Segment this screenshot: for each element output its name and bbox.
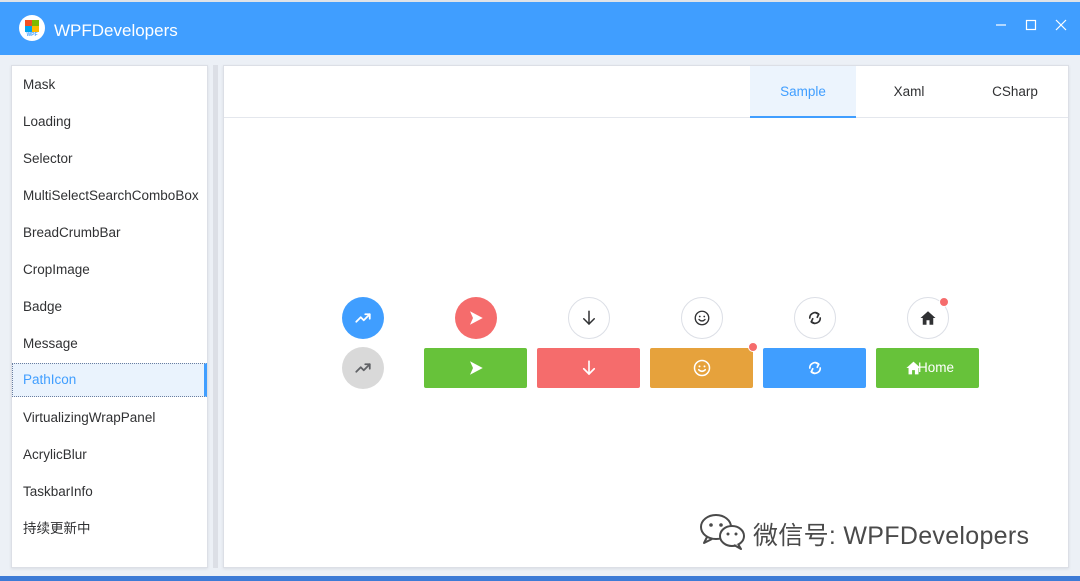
sidebar-item-loading[interactable]: Loading xyxy=(12,105,207,139)
refresh-icon xyxy=(808,311,822,325)
arrow-down-icon xyxy=(583,310,595,325)
sidebar-nav: Mask Loading Selector MultiSelectSearchC… xyxy=(11,65,208,568)
wechat-icon xyxy=(700,514,745,550)
circle-icon-arrow-down[interactable] xyxy=(568,297,610,339)
smile-icon xyxy=(693,359,710,377)
tab-bar: Sample Xaml CSharp xyxy=(224,66,1068,118)
circle-icon-refresh[interactable] xyxy=(794,297,836,339)
badge-dot xyxy=(748,342,758,352)
trending-up-icon xyxy=(355,313,371,323)
play-icon xyxy=(470,311,483,325)
trending-up-icon xyxy=(355,363,371,373)
logo-text: WPF xyxy=(26,32,38,38)
badge-dot xyxy=(939,297,949,307)
refresh-icon xyxy=(808,361,821,375)
sidebar-item-pathicon[interactable]: PathIcon xyxy=(12,363,207,397)
content-panel: Sample Xaml CSharp Home xyxy=(223,65,1069,568)
sidebar-item-more-coming[interactable]: 持续更新中 xyxy=(12,512,207,546)
circle-icon-trending-disabled[interactable] xyxy=(342,347,384,389)
home-icon xyxy=(920,311,936,325)
close-icon xyxy=(1055,19,1067,31)
sidebar-item-breadcrumbbar[interactable]: BreadCrumbBar xyxy=(12,216,207,250)
sidebar-item-acrylicblur[interactable]: AcrylicBlur xyxy=(12,438,207,472)
play-button[interactable] xyxy=(424,348,527,388)
watermark: 微信号: WPFDevelopers xyxy=(699,512,1059,552)
sidebar-item-message[interactable]: Message xyxy=(12,327,207,361)
home-button-label: Home xyxy=(918,360,955,375)
refresh-button[interactable] xyxy=(763,348,866,388)
sidebar-item-mask[interactable]: Mask xyxy=(12,68,207,102)
minimize-button[interactable] xyxy=(989,16,1013,36)
close-button[interactable] xyxy=(1049,16,1073,36)
watermark-text: 微信号: WPFDevelopers xyxy=(753,522,1030,550)
arrow-down-icon xyxy=(582,360,595,375)
minimize-icon xyxy=(996,24,1006,26)
tab-xaml[interactable]: Xaml xyxy=(856,66,962,118)
sidebar-item-virtualizingwrappanel[interactable]: VirtualizingWrapPanel xyxy=(12,401,207,435)
tab-csharp[interactable]: CSharp xyxy=(962,66,1068,118)
splitter-handle[interactable] xyxy=(213,65,218,568)
sidebar-item-multiselectsearchcombobox[interactable]: MultiSelectSearchComboBox xyxy=(12,179,207,213)
sidebar-item-badge[interactable]: Badge xyxy=(12,290,207,324)
smile-button[interactable] xyxy=(650,342,758,388)
sidebar-item-cropimage[interactable]: CropImage xyxy=(12,253,207,287)
sidebar-item-selector[interactable]: Selector xyxy=(12,142,207,176)
circle-icon-smile[interactable] xyxy=(681,297,723,339)
home-button[interactable]: Home xyxy=(876,348,979,388)
window-title: WPFDevelopers xyxy=(54,21,178,40)
app-logo-icon: WPF xyxy=(19,15,45,41)
window-bottom-edge xyxy=(0,576,1080,581)
smile-icon xyxy=(694,310,710,326)
circle-icon-play-red[interactable] xyxy=(455,297,497,339)
circle-icon-trending-blue[interactable] xyxy=(342,297,384,339)
tab-sample[interactable]: Sample xyxy=(750,66,856,118)
sidebar-item-taskbarinfo[interactable]: TaskbarInfo xyxy=(12,475,207,509)
circle-icon-home[interactable] xyxy=(907,297,949,339)
maximize-button[interactable] xyxy=(1019,16,1043,36)
maximize-icon xyxy=(1025,19,1037,31)
play-icon xyxy=(469,361,483,375)
title-bar[interactable]: WPF WPFDevelopers xyxy=(0,2,1080,55)
download-button[interactable] xyxy=(537,348,640,388)
